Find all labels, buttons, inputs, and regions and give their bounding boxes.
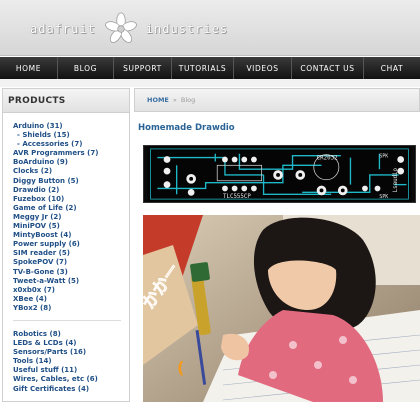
- sidebar-item-meggy-jr[interactable]: Meggy Jr (2): [13, 213, 129, 222]
- sidebar-item-leds-lcds[interactable]: LEDs & LCDs (4): [13, 339, 129, 348]
- products-list: Arduino (31) - Shields (15) - Accessorie…: [3, 113, 129, 394]
- flower-logo-icon: [104, 12, 137, 43]
- sidebar-item-gift-certificates[interactable]: Gift Certificates (4): [13, 385, 129, 394]
- sidebar-item-wires-cables[interactable]: Wires, Cables, etc (6): [13, 375, 129, 384]
- child-drawing-photo: かかー (: [143, 215, 420, 402]
- sidebar-item-tweet-a-watt[interactable]: Tweet-a-Watt (5): [13, 277, 129, 286]
- header-divider: [0, 79, 420, 87]
- sidebar-item-mintyboost[interactable]: MintyBoost (4): [13, 231, 129, 240]
- nav-chat[interactable]: CHAT: [364, 57, 420, 79]
- sidebar-item-fuzebox[interactable]: Fuzebox (10): [13, 195, 129, 204]
- sidebar-item-power-supply[interactable]: Power supply (6): [13, 240, 129, 249]
- sidebar-item-accessories[interactable]: - Accessories (7): [13, 140, 129, 149]
- logo-text-left: adafruit: [30, 22, 96, 36]
- sidebar-item-shields[interactable]: - Shields (15): [13, 131, 129, 140]
- sidebar-title: PRODUCTS: [3, 89, 129, 113]
- products-sidebar: PRODUCTS Arduino (31) - Shields (15) - A…: [2, 88, 130, 402]
- nav-contact-us[interactable]: CONTACT US: [292, 57, 364, 79]
- nav-videos[interactable]: VIDEOS: [234, 57, 292, 79]
- pcb-label-side: Lsaudio: [393, 167, 399, 192]
- sidebar-item-drawdio[interactable]: Drawdio (2): [13, 186, 129, 195]
- breadcrumb-separator: »: [172, 96, 177, 104]
- sidebar-item-x0xb0x[interactable]: x0xb0x (7): [13, 286, 129, 295]
- sidebar-item-spokepov[interactable]: SpokePOV (7): [13, 258, 129, 267]
- sidebar-item-ybox2[interactable]: YBox2 (8): [13, 304, 129, 313]
- sidebar-item-game-of-life[interactable]: Game of Life (2): [13, 204, 129, 213]
- sidebar-item-useful-stuff[interactable]: Useful stuff (11): [13, 366, 129, 375]
- sidebar-item-minipov[interactable]: MiniPOV (5): [13, 222, 129, 231]
- pcb-label-spk-bottom: SPK: [379, 194, 388, 200]
- sidebar-item-sim-reader[interactable]: SIM reader (5): [13, 249, 129, 258]
- logo-text-right: industries: [145, 22, 229, 36]
- main-nav: HOME BLOG SUPPORT TUTORIALS VIDEOS CONTA…: [0, 57, 420, 79]
- breadcrumb-blog-link[interactable]: Blog: [181, 96, 195, 104]
- sidebar-item-clocks[interactable]: Clocks (2): [13, 167, 129, 176]
- post-title[interactable]: Homemade Drawdio: [138, 123, 235, 133]
- sidebar-item-avr-programmers[interactable]: AVR Programmers (7): [13, 149, 129, 158]
- pcb-label-battery: CR2032: [317, 156, 338, 162]
- sidebar-item-arduino[interactable]: Arduino (31): [13, 122, 129, 131]
- pcb-layout-image: TLC555CP CR2032 SPK SPK Lsaudio: [143, 145, 416, 203]
- sidebar-item-diggy-button[interactable]: Diggy Button (5): [13, 177, 129, 186]
- sidebar-item-sensors-parts[interactable]: Sensors/Parts (16): [13, 348, 129, 357]
- breadcrumb-home-link[interactable]: HOME: [147, 96, 169, 104]
- sidebar-item-tools[interactable]: Tools (14): [13, 357, 129, 366]
- site-header: adafruit industries: [0, 0, 420, 56]
- pcb-label-tlc555: TLC555CP: [223, 194, 251, 200]
- sidebar-item-robotics[interactable]: Robotics (8): [13, 330, 129, 339]
- sidebar-item-tv-b-gone[interactable]: TV-B-Gone (3): [13, 268, 129, 277]
- main-content: HOME » Blog Homemade Drawdio TLC555CP CR…: [134, 88, 420, 402]
- nav-home[interactable]: HOME: [0, 57, 58, 79]
- nav-tutorials[interactable]: TUTORIALS: [172, 57, 234, 79]
- site-logo[interactable]: adafruit industries: [30, 12, 228, 46]
- photo-caption-mark: (: [177, 358, 184, 377]
- sidebar-divider: [13, 319, 121, 321]
- nav-blog[interactable]: BLOG: [58, 57, 114, 79]
- pcb-label-spk-top: SPK: [379, 154, 388, 160]
- breadcrumb: HOME » Blog: [134, 88, 420, 112]
- nav-support[interactable]: SUPPORT: [114, 57, 172, 79]
- sidebar-item-xbee[interactable]: XBee (4): [13, 295, 129, 304]
- sidebar-item-boarduino[interactable]: BoArduino (9): [13, 158, 129, 167]
